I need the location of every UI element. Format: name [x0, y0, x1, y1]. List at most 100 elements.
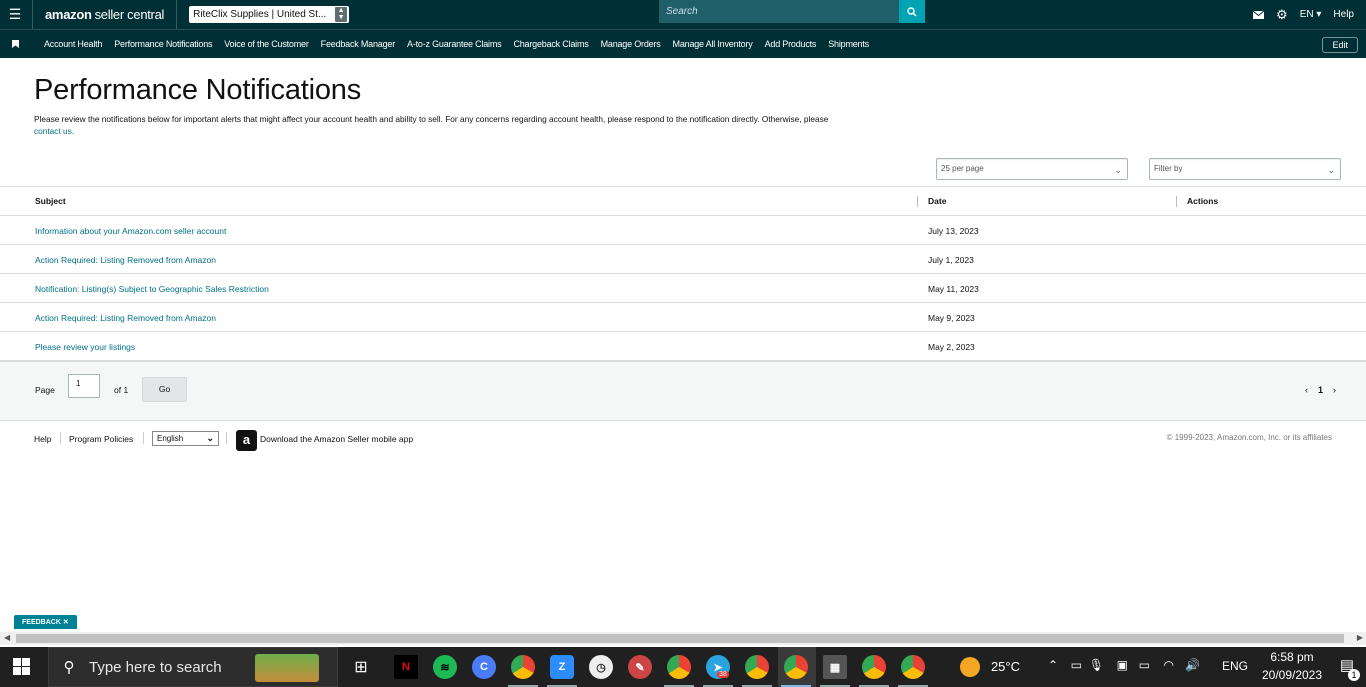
clock-icon[interactable]: ◷ — [589, 655, 613, 679]
nav-chargeback-claims[interactable]: Chargeback Claims — [513, 39, 588, 49]
language-selector[interactable]: EN ▾ — [1300, 9, 1322, 20]
help-link[interactable]: Help — [1333, 9, 1354, 20]
weather-temp[interactable]: 25°C — [991, 659, 1020, 674]
nav-manage-inventory[interactable]: Manage All Inventory — [673, 39, 753, 49]
header-subject[interactable]: Subject — [35, 196, 66, 206]
nav-account-health[interactable]: Account Health — [44, 39, 102, 49]
notification-subject-link[interactable]: Please review your listings — [35, 342, 135, 352]
header-date[interactable]: Date — [928, 196, 946, 206]
nav-manage-orders[interactable]: Manage Orders — [601, 39, 661, 49]
nav-add-products[interactable]: Add Products — [765, 39, 817, 49]
language-label: EN — [1299, 9, 1314, 20]
page-navigation: ‹ 1 › — [1305, 385, 1336, 395]
current-page-number[interactable]: 1 — [1318, 385, 1323, 395]
footer-language-value: English — [157, 434, 184, 443]
download-app-link[interactable]: Download the Amazon Seller mobile app — [260, 434, 413, 444]
table-row: Information about your Amazon.com seller… — [0, 216, 1366, 245]
page-label: Page — [35, 385, 55, 395]
header-actions: Actions — [1187, 196, 1219, 206]
mail-icon[interactable] — [1253, 10, 1265, 19]
nav-performance-notifications[interactable]: Performance Notifications — [114, 39, 212, 49]
header-right-tools: ⚙ EN ▾ Help — [1253, 0, 1366, 29]
filter-value: Filter by — [1154, 164, 1183, 173]
horizontal-scrollbar[interactable]: ◀ ▶ — [0, 632, 1366, 645]
input-language[interactable]: ENG — [1222, 659, 1248, 673]
divider — [143, 432, 144, 444]
notification-subject-link[interactable]: Notification: Listing(s) Subject to Geog… — [35, 284, 269, 294]
go-button[interactable]: Go — [142, 377, 187, 402]
store-selector[interactable]: RiteClix Supplies | United St... ▲ ▼ — [189, 6, 350, 23]
per-page-value: 25 per page — [941, 164, 984, 173]
task-view-icon[interactable]: ⊞ — [349, 655, 373, 679]
feedback-label: FEEDBACK — [22, 619, 61, 626]
paint-icon[interactable]: ✎ — [628, 655, 652, 679]
windows-start-icon[interactable] — [13, 658, 31, 676]
notification-date: May 9, 2023 — [928, 313, 975, 323]
chevron-left-icon[interactable]: ‹ — [1305, 385, 1308, 395]
display-icon[interactable]: ▣ — [1117, 658, 1128, 672]
notification-date: May 11, 2023 — [928, 284, 979, 294]
notifications-count: 1 — [1348, 669, 1360, 681]
table-row: Notification: Listing(s) Subject to Geog… — [0, 274, 1366, 303]
contact-us-link[interactable]: contact us. — [34, 126, 74, 136]
amazon-app-icon[interactable]: a — [236, 430, 257, 451]
clock-date[interactable]: 20/09/2023 — [1256, 668, 1328, 682]
scrollbar-thumb[interactable] — [16, 634, 1344, 643]
top-header: ☰ amazon seller central RiteClix Supplie… — [0, 0, 1366, 29]
search-button[interactable] — [899, 0, 925, 23]
scroll-left-icon[interactable]: ◀ — [4, 633, 10, 642]
battery-icon[interactable]: ▭ — [1139, 658, 1150, 672]
nav-voice-of-customer[interactable]: Voice of the Customer — [224, 39, 309, 49]
notification-subject-link[interactable]: Action Required: Listing Removed from Am… — [35, 313, 216, 323]
scroll-right-icon[interactable]: ▶ — [1357, 633, 1363, 642]
edit-bookmarks-button[interactable]: Edit — [1322, 37, 1358, 53]
nav-feedback-manager[interactable]: Feedback Manager — [321, 39, 396, 49]
spotify-icon[interactable]: ≋ — [433, 655, 457, 679]
copyright-text: © 1999-2023, Amazon.com, Inc. or its aff… — [1166, 433, 1332, 442]
page-number-input[interactable]: 1 — [68, 374, 100, 398]
clock-time[interactable]: 6:58 pm — [1256, 650, 1328, 664]
chrome-profile-r-icon[interactable] — [901, 655, 925, 679]
chrome-icon[interactable] — [511, 655, 535, 679]
notification-subject-link[interactable]: Action Required: Listing Removed from Am… — [35, 255, 216, 265]
gear-icon[interactable]: ⚙ — [1276, 7, 1288, 23]
weather-icon[interactable] — [960, 657, 980, 677]
chrome-profile-s-icon[interactable] — [862, 655, 886, 679]
footer-help-link[interactable]: Help — [34, 434, 51, 444]
nav-atoz-claims[interactable]: A-to-z Guarantee Claims — [407, 39, 502, 49]
notifications-table: Subject Date Actions Information about y… — [0, 186, 1366, 361]
chevron-up-icon[interactable]: ⌃ — [1048, 658, 1058, 672]
per-page-select[interactable]: 25 per page ⌄ — [936, 158, 1128, 180]
taskbar-search-input[interactable]: ⚲ Type here to search — [48, 647, 338, 687]
canva-icon[interactable]: C — [472, 655, 496, 679]
search-icon: ⚲ — [63, 659, 75, 676]
zoom-icon[interactable]: Z — [550, 655, 574, 679]
filter-select[interactable]: Filter by ⌄ — [1149, 158, 1341, 180]
netflix-icon[interactable]: N — [394, 655, 418, 679]
brand-amazon: amazon — [45, 7, 92, 22]
search-input[interactable]: Search — [659, 0, 900, 23]
divider — [60, 432, 61, 444]
microphone-icon[interactable]: 🎙 — [1089, 658, 1104, 672]
notification-subject-link[interactable]: Information about your Amazon.com seller… — [35, 226, 226, 236]
chrome-icon[interactable] — [667, 655, 691, 679]
chrome-profile-m-icon[interactable] — [745, 655, 769, 679]
intro-body: Please review the notifications below fo… — [34, 114, 829, 124]
wifi-icon[interactable]: ◠ — [1164, 658, 1174, 672]
page-footer: Help Program Policies English ⌄ a Downlo… — [0, 428, 1366, 451]
notification-date: May 2, 2023 — [928, 342, 975, 352]
volume-icon[interactable]: 🔊 — [1185, 658, 1200, 672]
nav-shipments[interactable]: Shipments — [828, 39, 869, 49]
calculator-icon[interactable]: ▦ — [823, 655, 847, 679]
column-divider — [917, 196, 918, 207]
feedback-tab[interactable]: FEEDBACK ✕ — [14, 615, 77, 629]
chevron-down-icon: ⌄ — [1327, 165, 1335, 175]
footer-language-select[interactable]: English ⌄ — [152, 431, 219, 446]
bookmark-icon[interactable] — [0, 40, 30, 48]
chrome-profile-l-icon[interactable] — [784, 655, 808, 679]
program-policies-link[interactable]: Program Policies — [69, 434, 133, 444]
chevron-right-icon[interactable]: › — [1333, 385, 1336, 395]
meet-now-icon[interactable]: ▭ — [1071, 658, 1082, 672]
seller-central-logo[interactable]: amazon seller central — [32, 0, 178, 29]
hamburger-menu-icon[interactable]: ☰ — [0, 0, 30, 29]
